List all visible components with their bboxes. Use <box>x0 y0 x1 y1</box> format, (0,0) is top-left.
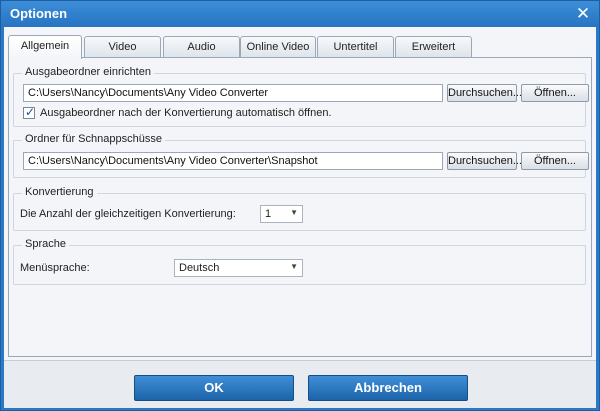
conversion-group: Konvertierung Die Anzahl der gleichzeiti… <box>13 186 586 231</box>
tab-online-video[interactable]: Online Video <box>240 36 316 58</box>
menu-language-select[interactable]: Deutsch ▼ <box>174 259 303 277</box>
window-title: Optionen <box>10 6 68 21</box>
checkmark-icon: ✓ <box>25 105 36 119</box>
cancel-button[interactable]: Abbrechen <box>308 375 468 401</box>
concurrent-conversions-select[interactable]: 1 ▼ <box>260 205 303 223</box>
concurrent-conversions-value: 1 <box>265 208 272 220</box>
auto-open-label: Ausgabeordner nach der Konvertierung aut… <box>40 107 332 119</box>
dialog-footer: OK Abbrechen <box>4 360 596 408</box>
tab-audio[interactable]: Audio <box>163 36 240 58</box>
output-folder-title: Ausgabeordner einrichten <box>22 66 154 78</box>
title-bar[interactable]: Optionen ✕ <box>1 1 599 27</box>
dropdown-arrow-icon: ▼ <box>290 262 298 271</box>
output-browse-button[interactable]: Durchsuchen... <box>447 84 522 102</box>
snapshot-folder-group: Ordner für Schnappschüsse C:\Users\Nancy… <box>13 133 589 178</box>
tab-panel-allgemein: Ausgabeordner einrichten C:\Users\Nancy\… <box>8 57 592 357</box>
conversion-title: Konvertierung <box>22 186 97 198</box>
ok-button[interactable]: OK <box>134 375 294 401</box>
snapshot-open-button[interactable]: Öffnen... <box>521 152 589 170</box>
output-open-button[interactable]: Öffnen... <box>521 84 589 102</box>
auto-open-checkbox[interactable]: ✓ <box>23 105 36 119</box>
tab-untertitel[interactable]: Untertitel <box>317 36 394 58</box>
close-icon[interactable]: ✕ <box>573 4 593 24</box>
dialog-body: Allgemein Video Audio Online Video Unter… <box>4 27 596 360</box>
language-title: Sprache <box>22 238 69 250</box>
language-group: Sprache Menüsprache: Deutsch ▼ <box>13 238 586 285</box>
snapshot-folder-path-input[interactable]: C:\Users\Nancy\Documents\Any Video Conve… <box>23 152 443 170</box>
tab-erweitert[interactable]: Erweitert <box>395 36 472 58</box>
output-folder-group: Ausgabeordner einrichten C:\Users\Nancy\… <box>13 66 589 127</box>
concurrent-conversions-label: Die Anzahl der gleichzeitigen Konvertier… <box>20 208 236 220</box>
snapshot-browse-button[interactable]: Durchsuchen... <box>447 152 522 170</box>
dropdown-arrow-icon: ▼ <box>290 208 298 217</box>
menu-language-value: Deutsch <box>179 262 220 274</box>
menu-language-label: Menüsprache: <box>20 262 90 274</box>
options-dialog: Optionen ✕ Allgemein Video Audio Online … <box>0 0 600 411</box>
tab-allgemein[interactable]: Allgemein <box>8 35 82 59</box>
tab-video[interactable]: Video <box>84 36 161 58</box>
snapshot-folder-title: Ordner für Schnappschüsse <box>22 133 165 145</box>
output-folder-path-input[interactable]: C:\Users\Nancy\Documents\Any Video Conve… <box>23 84 443 102</box>
